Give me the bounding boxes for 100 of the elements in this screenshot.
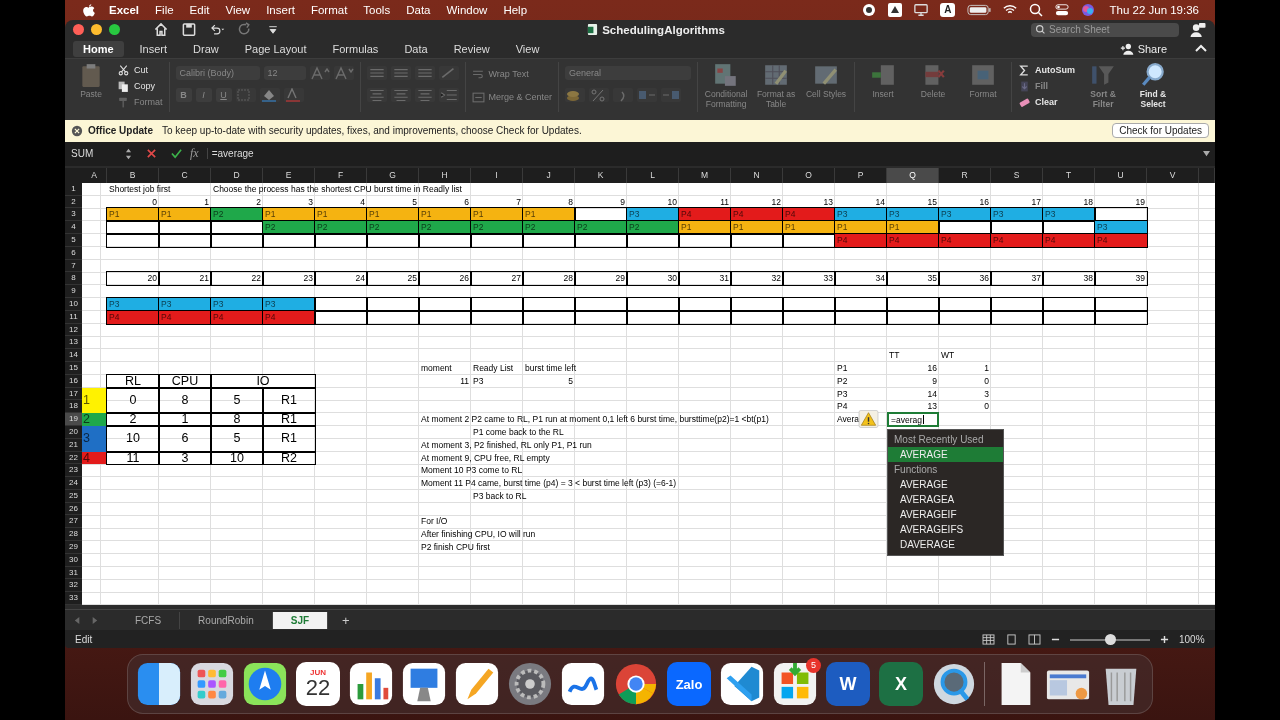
zoom-button[interactable] bbox=[109, 24, 120, 36]
code-icon[interactable] bbox=[719, 661, 765, 707]
slider-thumb[interactable] bbox=[1105, 633, 1116, 645]
menu-item[interactable]: Window bbox=[446, 4, 488, 16]
row-header[interactable]: 14 bbox=[65, 349, 82, 362]
ribbon-button[interactable]: Find & Select bbox=[1131, 61, 1176, 110]
orb-icon[interactable] bbox=[1081, 3, 1096, 17]
download-icon[interactable] bbox=[772, 661, 818, 707]
stepper-icon[interactable] bbox=[125, 147, 132, 160]
menu-item[interactable]: View bbox=[225, 4, 251, 16]
menu-item[interactable]: Edit bbox=[189, 4, 210, 16]
menu-item[interactable]: Data bbox=[406, 4, 431, 16]
text-align-icon[interactable] bbox=[414, 87, 435, 102]
row-header[interactable]: 24 bbox=[65, 477, 82, 490]
split-square-icon[interactable] bbox=[136, 661, 182, 707]
vertical-align-icon[interactable] bbox=[390, 65, 411, 80]
name-box[interactable]: SUM bbox=[69, 148, 117, 160]
app-grid-icon[interactable] bbox=[189, 661, 235, 707]
row-header[interactable]: 33 bbox=[65, 592, 82, 606]
calendar-button[interactable]: JUN 22 bbox=[296, 662, 340, 706]
ribbon-button[interactable]: Clear bbox=[1018, 95, 1076, 109]
page-layout-icon[interactable] bbox=[1005, 633, 1018, 645]
pen-icon[interactable] bbox=[454, 661, 500, 707]
apple-icon[interactable] bbox=[83, 3, 95, 17]
ribbon-tab[interactable]: View bbox=[505, 40, 550, 57]
warning-icon[interactable] bbox=[858, 410, 879, 429]
podium-icon[interactable] bbox=[401, 661, 447, 707]
ribbon-tab[interactable]: Page Layout bbox=[234, 40, 317, 57]
cancel-icon[interactable] bbox=[146, 148, 157, 160]
ribbon-button[interactable]: Cut bbox=[117, 63, 163, 77]
menu-item[interactable]: Format bbox=[310, 4, 348, 16]
row-header[interactable]: 23 bbox=[65, 464, 82, 478]
minimize-button[interactable] bbox=[91, 24, 102, 36]
row-header[interactable]: 9 bbox=[65, 285, 82, 298]
search-field[interactable]: Search Sheet bbox=[1031, 23, 1179, 37]
dock-app-button[interactable]: W bbox=[826, 662, 870, 706]
normal-view-icon[interactable] bbox=[982, 633, 995, 645]
next-sheet-icon[interactable] bbox=[90, 615, 99, 625]
colored-ring-icon[interactable] bbox=[613, 661, 659, 707]
insert-function-button[interactable]: fx bbox=[190, 146, 199, 162]
function-suggestion[interactable]: AVERAGEA bbox=[888, 491, 1003, 507]
dock-app-button[interactable]: Zalo bbox=[667, 662, 711, 706]
row-header[interactable]: 3 bbox=[65, 208, 82, 222]
home-icon[interactable] bbox=[153, 22, 169, 38]
previous-sheet-icon[interactable] bbox=[73, 615, 82, 625]
close-button[interactable] bbox=[73, 24, 84, 36]
ribbon-button[interactable]: Copy bbox=[117, 79, 163, 93]
page-break-icon[interactable] bbox=[1028, 633, 1041, 645]
input-source-button[interactable]: A bbox=[940, 3, 956, 17]
search-icon[interactable] bbox=[1029, 3, 1044, 17]
add-sheet-button[interactable]: + bbox=[342, 612, 350, 628]
share-button[interactable]: Share bbox=[1119, 42, 1167, 55]
undo-icon[interactable] bbox=[209, 22, 225, 38]
formula-field[interactable]: =average bbox=[206, 148, 1194, 160]
ribbon-button[interactable]: AutoSum bbox=[1018, 63, 1076, 77]
sheet-tab[interactable]: RoundRobin bbox=[180, 611, 273, 629]
row-header[interactable]: 29 bbox=[65, 541, 82, 554]
search-input[interactable]: Search Sheet bbox=[1049, 24, 1169, 36]
ribbon-tab[interactable]: Review bbox=[443, 40, 500, 57]
ribbon-tab[interactable]: Formulas bbox=[322, 40, 389, 57]
feedback-icon[interactable] bbox=[1189, 22, 1207, 38]
lens-icon[interactable] bbox=[931, 661, 977, 707]
ribbon-tab[interactable]: Draw bbox=[183, 40, 229, 57]
close-icon[interactable] bbox=[71, 124, 83, 137]
ribbon-tab[interactable]: Home bbox=[73, 40, 124, 57]
bar-chart-icon[interactable] bbox=[348, 661, 394, 707]
row-header[interactable]: 32 bbox=[65, 579, 82, 593]
expand-icon[interactable] bbox=[1202, 150, 1211, 158]
row-header[interactable]: 8 bbox=[65, 272, 82, 286]
menu-item[interactable]: Insert bbox=[266, 4, 295, 16]
sheet-tab[interactable]: FCFS bbox=[117, 611, 181, 629]
indent-icon[interactable] bbox=[438, 87, 459, 102]
menu-item[interactable]: Tools bbox=[363, 4, 391, 16]
row-header[interactable]: 19 bbox=[65, 413, 82, 426]
function-suggestion[interactable]: DAVERAGE bbox=[888, 536, 1003, 552]
vertical-align-icon[interactable] bbox=[366, 65, 387, 80]
function-suggestion[interactable]: AVERAGEIF bbox=[888, 506, 1003, 522]
row-header[interactable]: 18 bbox=[65, 400, 82, 414]
menu-item[interactable]: File bbox=[155, 4, 174, 16]
save-icon[interactable] bbox=[181, 22, 197, 38]
app-menu[interactable]: Excel bbox=[109, 4, 140, 16]
function-suggestion[interactable]: AVERAGEIFS bbox=[888, 521, 1003, 537]
compass-icon[interactable] bbox=[242, 661, 288, 707]
text-align-icon[interactable] bbox=[390, 87, 411, 102]
clock[interactable]: Thu 22 Jun 19:36 bbox=[1109, 4, 1199, 16]
check-updates-button[interactable]: Check for Updates bbox=[1112, 123, 1209, 139]
scribble-icon[interactable] bbox=[560, 661, 606, 707]
dock-app-button[interactable]: X bbox=[879, 662, 923, 706]
battery-icon[interactable] bbox=[967, 3, 992, 17]
zoom-level[interactable]: 100% bbox=[1179, 633, 1205, 645]
function-suggestion[interactable]: AVERAGE bbox=[888, 446, 1003, 462]
ribbon-tab[interactable]: Insert bbox=[129, 40, 178, 57]
ribbon-tab[interactable]: Data bbox=[394, 40, 438, 57]
menu-item[interactable]: Help bbox=[503, 4, 528, 16]
enter-icon[interactable] bbox=[171, 148, 182, 160]
function-suggestion[interactable]: AVERAGE bbox=[888, 476, 1003, 492]
control-center-icon[interactable] bbox=[1055, 3, 1070, 17]
zoom-in-icon[interactable] bbox=[1160, 634, 1169, 644]
vertical-align-icon[interactable] bbox=[414, 65, 435, 80]
row-header[interactable]: 4 bbox=[65, 221, 82, 234]
